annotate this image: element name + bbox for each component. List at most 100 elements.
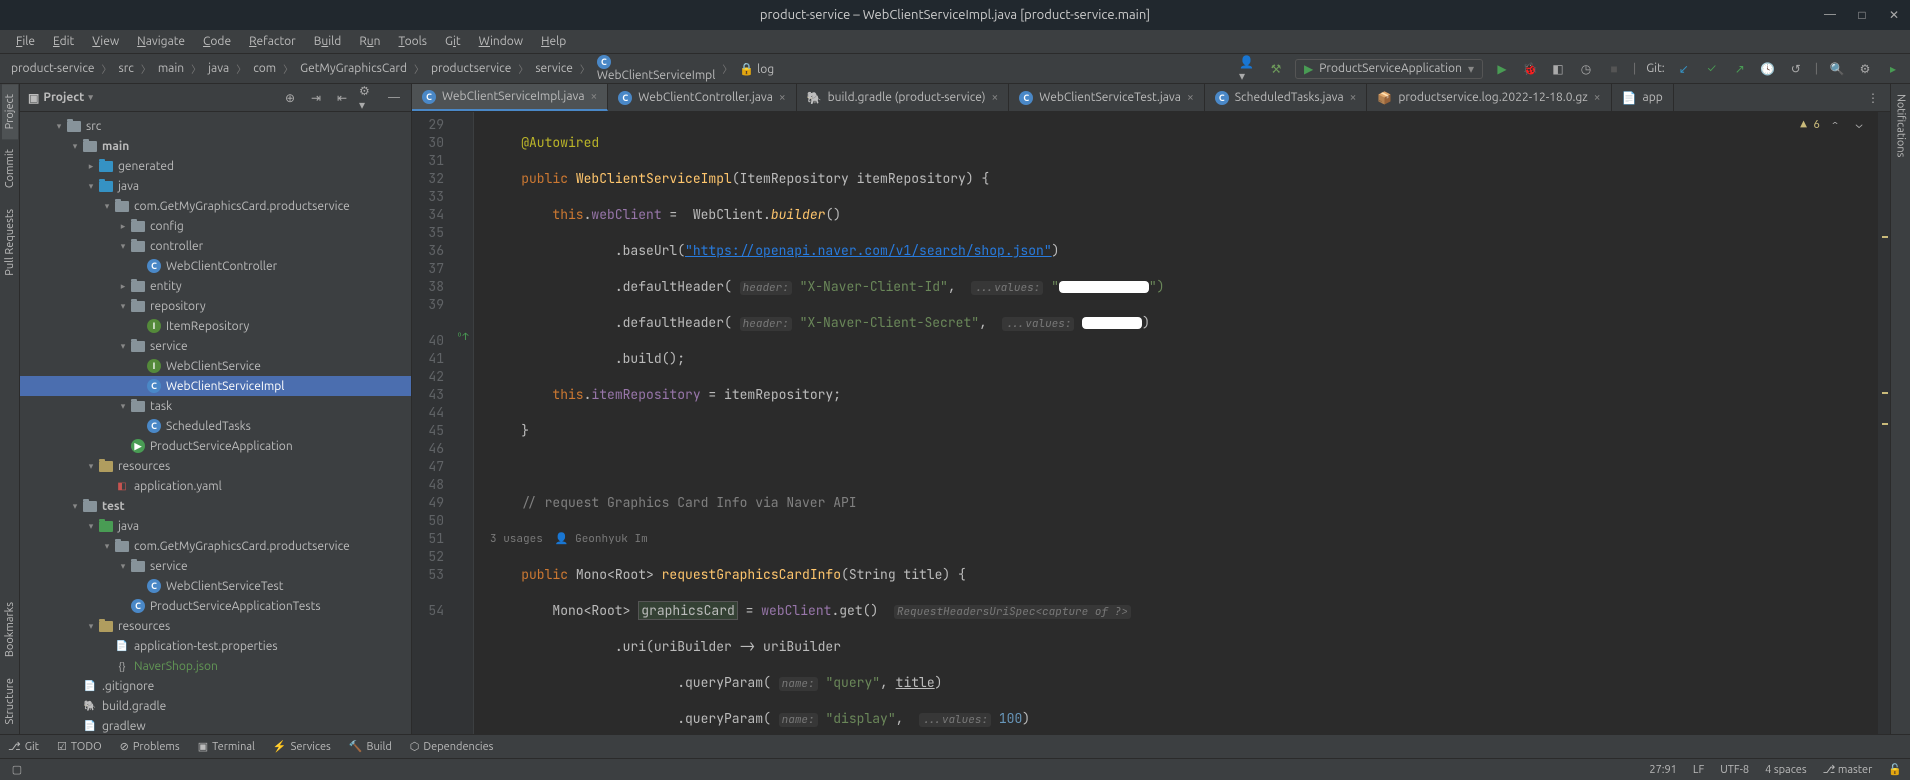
inspection-down-icon[interactable]: ⌄ — [1850, 116, 1868, 134]
ide-settings-icon[interactable]: ⚙ — [1856, 60, 1874, 78]
menu-build[interactable]: Build — [306, 33, 350, 50]
tree-folder-java[interactable]: ▾java — [20, 176, 411, 196]
close-icon[interactable]: × — [992, 91, 999, 104]
git-branch[interactable]: ⎇ master — [1823, 763, 1873, 776]
code-with-me-icon[interactable]: ▸ — [1884, 60, 1902, 78]
crumb[interactable]: java — [205, 60, 232, 77]
menu-file[interactable]: File — [8, 33, 43, 50]
menu-view[interactable]: View — [84, 33, 127, 50]
toolwindow-structure[interactable]: Structure — [2, 668, 18, 735]
menu-window[interactable]: Window — [471, 33, 531, 50]
user-icon[interactable]: 👤▾ — [1239, 60, 1257, 78]
git-commit-icon[interactable]: ✓ — [1703, 60, 1721, 78]
tree-interface[interactable]: IWebClientService — [20, 356, 411, 376]
crumb[interactable]: productservice — [428, 60, 514, 77]
code-editor[interactable]: ▲ 6 ⌃ ⌄ 29303132333435363738394041424344… — [412, 112, 1890, 734]
tree-file-gradlew[interactable]: 📄gradlew — [20, 716, 411, 734]
inspection-up-icon[interactable]: ⌃ — [1826, 116, 1844, 134]
tree-folder-src[interactable]: ▾src — [20, 116, 411, 136]
tree-class[interactable]: CWebClientController — [20, 256, 411, 276]
tree-package-config[interactable]: ▸config — [20, 216, 411, 236]
close-icon[interactable]: × — [591, 90, 598, 103]
toolwindow-notifications[interactable]: Notifications — [1893, 84, 1909, 167]
tree-package-task[interactable]: ▾task — [20, 396, 411, 416]
toolwindow-bookmarks[interactable]: Bookmarks — [2, 592, 18, 667]
tree-package-repository[interactable]: ▾repository — [20, 296, 411, 316]
search-everywhere-icon[interactable]: 🔍 — [1828, 60, 1846, 78]
menu-git[interactable]: Git — [437, 33, 469, 50]
warnings-indicator[interactable]: ▲ 6 — [1800, 116, 1820, 134]
editor-tab[interactable]: CWebClientServiceTest.java× — [1009, 84, 1204, 111]
toolwindow-commit[interactable]: Commit — [2, 139, 18, 198]
menu-help[interactable]: Help — [533, 33, 574, 50]
coverage-button[interactable]: ◧ — [1549, 60, 1567, 78]
tree-file-properties[interactable]: 📄application-test.properties — [20, 636, 411, 656]
menu-tools[interactable]: Tools — [391, 33, 436, 50]
close-icon[interactable]: × — [1350, 91, 1357, 104]
tree-file-gradle[interactable]: 🐘build.gradle — [20, 696, 411, 716]
tree-package-service-test[interactable]: ▾service — [20, 556, 411, 576]
tree-class-selected[interactable]: CWebClientServiceImpl — [20, 376, 411, 396]
window-close-button[interactable]: ✕ — [1886, 8, 1902, 22]
tree-folder-generated[interactable]: ▸generated — [20, 156, 411, 176]
crumb[interactable]: main — [155, 60, 187, 77]
toolwindow-git[interactable]: ⎇ Git — [8, 740, 39, 753]
tree-package-controller[interactable]: ▾controller — [20, 236, 411, 256]
hide-panel-icon[interactable]: — — [385, 89, 403, 107]
file-encoding[interactable]: UTF-8 — [1720, 764, 1749, 776]
tree-package[interactable]: ▾com.GetMyGraphicsCard.productservice — [20, 536, 411, 556]
stop-button[interactable]: ■ — [1605, 60, 1623, 78]
git-update-icon[interactable]: ↙ — [1675, 60, 1693, 78]
tree-class[interactable]: CProductServiceApplicationTests — [20, 596, 411, 616]
toolwindow-todo[interactable]: ☑ TODO — [57, 740, 102, 753]
tree-package[interactable]: ▾com.GetMyGraphicsCard.productservice — [20, 196, 411, 216]
readonly-lock-icon[interactable]: 🔓 — [1888, 763, 1902, 776]
project-tree[interactable]: ▾src ▾main ▸generated ▾java ▾com.GetMyGr… — [20, 112, 411, 734]
tree-file-json[interactable]: {}NaverShop.json — [20, 656, 411, 676]
editor-tab[interactable]: CWebClientController.java× — [608, 84, 796, 111]
menu-navigate[interactable]: Navigate — [129, 33, 193, 50]
project-panel-title[interactable]: ▣ Project ▾ — [28, 91, 281, 105]
panel-settings-icon[interactable]: ⚙ ▾ — [359, 89, 377, 107]
toolwindow-project[interactable]: Project — [2, 84, 18, 139]
tree-folder-java-test[interactable]: ▾java — [20, 516, 411, 536]
git-push-icon[interactable]: ↗ — [1731, 60, 1749, 78]
indent-setting[interactable]: 4 spaces — [1765, 764, 1807, 776]
run-button[interactable]: ▶ — [1493, 60, 1511, 78]
tree-class[interactable]: ▶ProductServiceApplication — [20, 436, 411, 456]
profile-button[interactable]: ◷ — [1577, 60, 1595, 78]
tree-folder-test[interactable]: ▾test — [20, 496, 411, 516]
tree-package-service[interactable]: ▾service — [20, 336, 411, 356]
crumb[interactable]: service — [532, 60, 576, 77]
tree-folder-main[interactable]: ▾main — [20, 136, 411, 156]
tabs-dropdown-icon[interactable]: ⋮ — [1864, 89, 1882, 107]
editor-tab-active[interactable]: CWebClientServiceImpl.java× — [412, 84, 608, 111]
close-icon[interactable]: × — [1187, 91, 1194, 104]
crumb[interactable]: com — [250, 60, 279, 77]
git-rollback-icon[interactable]: ↺ — [1787, 60, 1805, 78]
expand-all-icon[interactable]: ⇥ — [307, 89, 325, 107]
git-history-icon[interactable]: 🕓 — [1759, 60, 1777, 78]
gutter-marks[interactable]: ᴼ↑ — [452, 112, 474, 734]
editor-tab[interactable]: 🐘build.gradle (product-service)× — [797, 84, 1010, 111]
tree-file-gitignore[interactable]: 📄.gitignore — [20, 676, 411, 696]
menu-refactor[interactable]: Refactor — [241, 33, 304, 50]
menu-edit[interactable]: Edit — [45, 33, 82, 50]
crumb[interactable]: GetMyGraphicsCard — [297, 60, 410, 77]
tree-package-entity[interactable]: ▸entity — [20, 276, 411, 296]
editor-tab[interactable]: 📄app — [1612, 84, 1674, 111]
tree-class[interactable]: CWebClientServiceTest — [20, 576, 411, 596]
toolwindow-services[interactable]: ⚡ Services — [273, 740, 331, 753]
line-separator[interactable]: LF — [1693, 764, 1704, 776]
close-icon[interactable]: × — [779, 91, 786, 104]
close-icon[interactable]: × — [1594, 91, 1601, 104]
toolwindow-pull-requests[interactable]: Pull Requests — [2, 199, 18, 286]
override-indicator-icon[interactable]: ᴼ↑ — [456, 328, 468, 346]
select-opened-file-icon[interactable]: ⊕ — [281, 89, 299, 107]
crumb[interactable]: product-service — [8, 60, 98, 77]
tree-folder-resources[interactable]: ▾resources — [20, 456, 411, 476]
tree-file-yaml[interactable]: ◧application.yaml — [20, 476, 411, 496]
tree-class[interactable]: CScheduledTasks — [20, 416, 411, 436]
build-hammer-icon[interactable]: ⚒ — [1267, 60, 1285, 78]
toolwindow-problems[interactable]: ⊘ Problems — [120, 740, 180, 753]
